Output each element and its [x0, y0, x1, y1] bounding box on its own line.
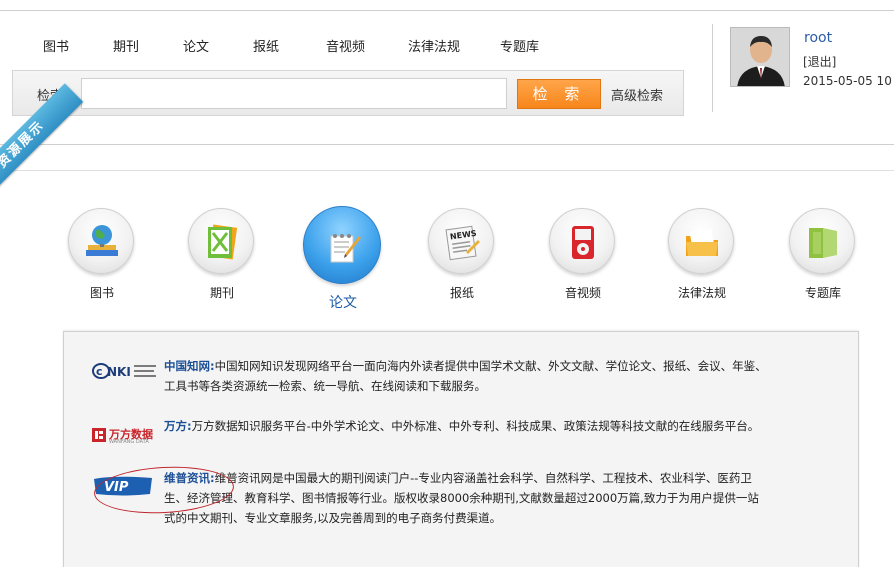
category-books-label: 图书: [89, 286, 114, 300]
search-input[interactable]: [81, 78, 507, 109]
category-newspapers-label: 报纸: [449, 286, 474, 300]
law-folder-icon: [686, 228, 718, 256]
resource-wanfang: 万方数据 WANFANG DATA 万方:万方数据知识服务平台-中外学术论文、中…: [92, 416, 844, 446]
vip-description: 维普资讯:维普资讯网是中国最大的期刊阅读门户--专业内容涵盖社会科学、自然科学、…: [164, 468, 759, 528]
category-law-circle: [668, 208, 734, 274]
cnki-name[interactable]: 中国知网:: [164, 359, 215, 373]
section-divider-secondary: [0, 170, 894, 171]
wanfang-logo-subtext: WANFANG DATA: [109, 439, 149, 445]
login-date: 2015-05-05 10: [803, 74, 892, 88]
resource-cnki: c NKI 中国知网:中国知网知识发现网络平台一面向海内外读者提供中国学术文献、…: [92, 356, 844, 400]
category-law-label: 法律法规: [677, 286, 726, 300]
advanced-search-link[interactable]: 高级检索: [611, 85, 663, 104]
category-theses-circle: [303, 206, 381, 284]
wanfang-line-1: 万方数据知识服务平台-中外学术论文、中外标准、中外专利、科技成果、政策法规等科技…: [191, 419, 760, 433]
journal-icon: [208, 224, 238, 260]
category-media-label: 音视频: [564, 286, 601, 300]
wanfang-mark-icon: [92, 428, 106, 442]
category-topics-label: 专题库: [804, 286, 841, 300]
cnki-description: 中国知网:中国知网知识发现网络平台一面向海内外读者提供中国学术文献、外文文献、学…: [164, 356, 767, 396]
wanfang-logo[interactable]: 万方数据 WANFANG DATA: [92, 426, 162, 446]
vip-line-3: 式的中文期刊、专业文章服务,以及完善周到的电子商务付费渠道。: [164, 511, 502, 525]
logout-link[interactable]: [退出]: [803, 53, 836, 70]
search-bar: 检索: 检 索 高级检索: [12, 70, 684, 116]
category-journals-circle: [188, 208, 254, 274]
globe-books-icon: [86, 225, 118, 256]
category-media-circle: [549, 208, 615, 274]
wanfang-description: 万方:万方数据知识服务平台-中外学术论文、中外标准、中外专利、科技成果、政策法规…: [164, 416, 759, 436]
main-nav: 图书 期刊 论文 报纸 音视频 法律法规 专题库: [0, 36, 700, 58]
resource-panel: c NKI 中国知网:中国知网知识发现网络平台一面向海内外读者提供中国学术文献、…: [63, 331, 859, 567]
paper-pen-icon: [330, 234, 361, 263]
category-newspapers-circle: NEWS: [428, 208, 494, 274]
nav-tab-newspapers[interactable]: 报纸: [253, 36, 279, 55]
newspaper-icon: NEWS: [445, 225, 480, 261]
svg-text:NKI: NKI: [107, 365, 131, 379]
cnki-line-2: 工具书等各类资源统一检索、统一导航、在线阅读和下载服务。: [164, 379, 486, 393]
nav-tab-media[interactable]: 音视频: [326, 36, 365, 55]
nav-tab-topics[interactable]: 专题库: [500, 36, 539, 55]
wanfang-name[interactable]: 万方:: [164, 419, 192, 433]
cnki-line-1: 中国知网知识发现网络平台一面向海内外读者提供中国学术文献、外文文献、学位论文、报…: [214, 359, 767, 373]
nav-tab-journals[interactable]: 期刊: [113, 36, 139, 55]
category-theses-label: 论文: [329, 295, 357, 311]
user-avatar-icon: [731, 28, 789, 86]
topic-folder-icon: [809, 228, 837, 258]
nav-tab-theses[interactable]: 论文: [183, 36, 209, 55]
section-divider: [0, 144, 894, 145]
category-journals-label: 期刊: [209, 286, 234, 300]
cnki-logo[interactable]: c NKI: [92, 362, 158, 380]
top-divider: [0, 10, 894, 11]
user-name-link[interactable]: root: [804, 30, 832, 46]
vip-line-2: 生、经济管理、教育科学、图书情报等行业。版权收录8000余种期刊,文献数量超过2…: [164, 491, 759, 505]
header-separator: [712, 24, 713, 112]
avatar: [730, 27, 790, 87]
category-topics-circle: [789, 208, 855, 274]
category-books-circle: [68, 208, 134, 274]
svg-text:c: c: [96, 365, 103, 378]
vip-line-1: 维普资讯网是中国最大的期刊阅读门户--专业内容涵盖社会科学、自然科学、工程技术、…: [214, 471, 752, 485]
nav-tab-law[interactable]: 法律法规: [408, 36, 460, 55]
media-player-icon: [572, 226, 594, 259]
search-button[interactable]: 检 索: [517, 79, 601, 109]
nav-tab-books[interactable]: 图书: [43, 36, 69, 55]
